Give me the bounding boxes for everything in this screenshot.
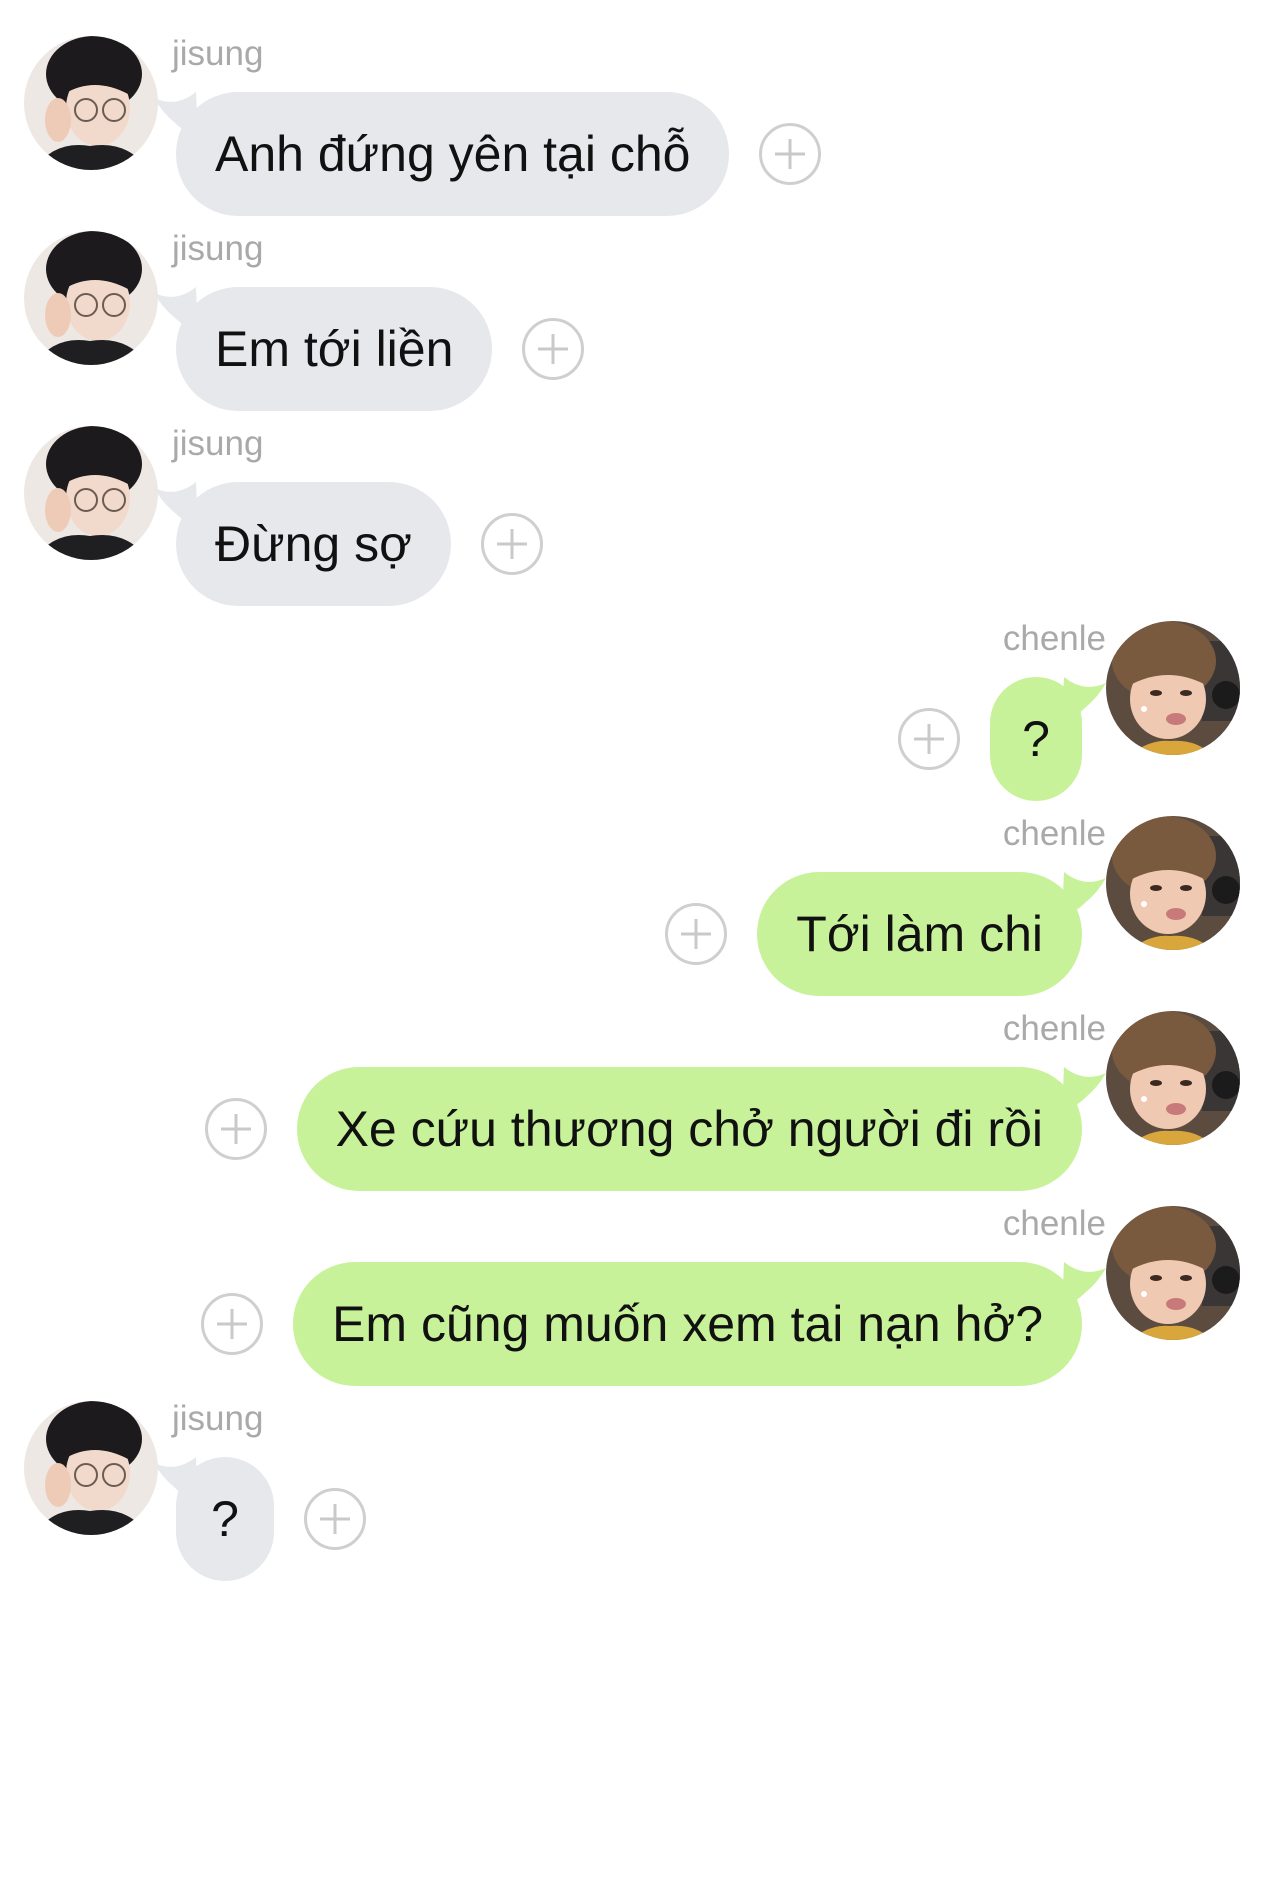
add-reaction-icon[interactable]	[304, 1488, 366, 1550]
message-bubble[interactable]: ?	[154, 1457, 274, 1581]
avatar-chenle[interactable]	[1106, 1206, 1240, 1340]
bubble-tail	[154, 482, 198, 528]
bubble-tail	[154, 1457, 198, 1503]
add-reaction-icon[interactable]	[480, 513, 543, 575]
bubble-tail	[1062, 1067, 1106, 1113]
avatar-chenle-image	[1106, 1206, 1240, 1340]
sender-name: chenle	[1002, 1009, 1106, 1048]
avatar-jisung[interactable]	[24, 1401, 158, 1535]
avatar-chenle[interactable]	[1106, 621, 1240, 755]
avatar-jisung-image	[24, 1401, 158, 1535]
bubble-tail	[1062, 677, 1106, 723]
message-text: ?	[1022, 711, 1050, 767]
bubble-tail	[1062, 872, 1106, 918]
bubble-row: ?	[154, 1457, 366, 1581]
message-text: Em tới liền	[215, 321, 454, 377]
add-reaction-icon[interactable]	[759, 123, 822, 185]
avatar-jisung[interactable]	[24, 36, 158, 170]
message-row: jisung ?	[0, 1365, 1284, 1599]
message-text: Tới làm chi	[796, 906, 1043, 962]
add-reaction-icon[interactable]	[201, 1293, 264, 1355]
message-text: Anh đứng yên tại chỗ	[215, 126, 691, 182]
avatar-jisung-image	[24, 36, 158, 170]
message-text: ?	[211, 1491, 239, 1547]
add-reaction-icon[interactable]	[665, 903, 728, 965]
sender-name: jisung	[172, 1399, 264, 1438]
avatar-chenle[interactable]	[1106, 1011, 1240, 1145]
avatar-jisung[interactable]	[24, 231, 158, 365]
add-reaction-icon[interactable]	[898, 708, 960, 770]
avatar-jisung-image	[24, 231, 158, 365]
bubble-tail	[154, 92, 198, 138]
avatar-jisung[interactable]	[24, 426, 158, 560]
avatar-chenle[interactable]	[1106, 816, 1240, 950]
sender-name: chenle	[1002, 619, 1106, 658]
chat-thread: jisung Anh đứng yên tại chỗ jisung Em tớ…	[0, 0, 1284, 1887]
avatar-chenle-image	[1106, 1011, 1240, 1145]
sender-name: jisung	[172, 34, 264, 73]
sender-name: chenle	[1002, 814, 1106, 853]
add-reaction-icon[interactable]	[204, 1098, 267, 1160]
avatar-jisung-image	[24, 426, 158, 560]
message-text: Xe cứu thương chở người đi rồi	[335, 1101, 1043, 1157]
sender-name: chenle	[1002, 1204, 1106, 1243]
message-text: Đừng sợ	[215, 516, 412, 572]
message-text: Em cũng muốn xem tai nạn hở?	[332, 1296, 1043, 1352]
sender-name: jisung	[172, 424, 264, 463]
avatar-chenle-image	[1106, 621, 1240, 755]
bubble-tail	[1062, 1262, 1106, 1308]
add-reaction-icon[interactable]	[522, 318, 585, 380]
sender-name: jisung	[172, 229, 264, 268]
bubble-tail	[154, 287, 198, 333]
avatar-chenle-image	[1106, 816, 1240, 950]
